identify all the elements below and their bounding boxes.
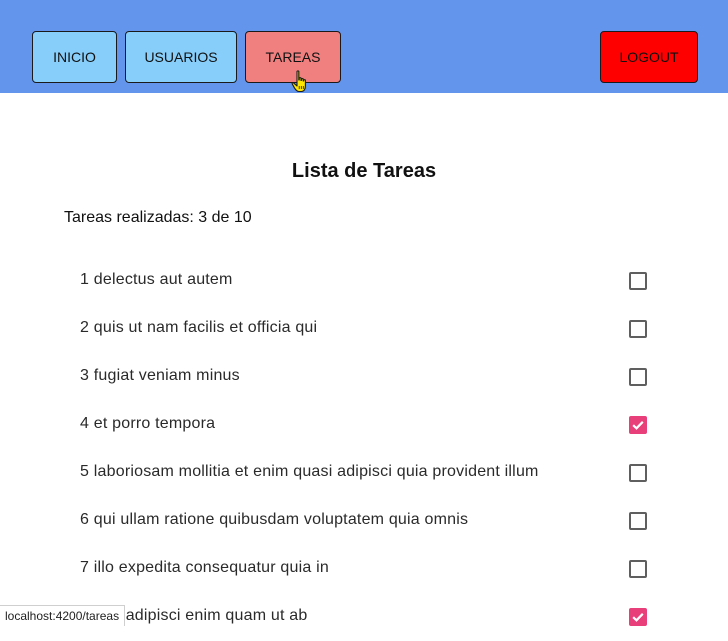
task-label: 1 delectus aut autem	[80, 271, 233, 289]
browser-status-bar-url: localhost:4200/tareas	[0, 605, 126, 626]
page-title: Lista de Tareas	[291, 160, 437, 182]
task-title: quis ut nam facilis et officia qui	[93, 319, 318, 336]
task-label: 3 fugiat veniam minus	[80, 367, 240, 385]
task-title: illo expedita consequatur quia in	[93, 559, 329, 576]
task-checkbox[interactable]	[629, 416, 647, 434]
summary-total-count: 10	[233, 209, 252, 226]
task-id: 2	[80, 319, 90, 336]
task-id: 6	[80, 511, 90, 528]
task-row: 2 quis ut nam facilis et officia qui	[0, 305, 728, 353]
task-id: 4	[80, 415, 90, 432]
task-row: 6 qui ullam ratione quibusdam voluptatem…	[0, 497, 728, 545]
task-checkbox[interactable]	[629, 464, 647, 482]
task-checkbox[interactable]	[629, 560, 647, 578]
task-title: qui ullam ratione quibusdam voluptatem q…	[93, 511, 469, 528]
task-row: 1 delectus aut autem	[0, 257, 728, 305]
task-checkbox[interactable]	[629, 368, 647, 386]
task-title: fugiat veniam minus	[93, 367, 240, 384]
task-title: delectus aut autem	[93, 271, 233, 288]
task-label: 2 quis ut nam facilis et officia qui	[80, 319, 317, 337]
task-checkbox[interactable]	[629, 320, 647, 338]
task-checkbox[interactable]	[629, 512, 647, 530]
tasks-done-summary: Tareas realizadas: 3 de 10	[64, 209, 252, 227]
task-id: 1	[80, 271, 90, 288]
task-label: 7 illo expedita consequatur quia in	[80, 559, 329, 577]
task-title: laboriosam mollitia et enim quasi adipis…	[93, 463, 539, 480]
hand-pointer-icon	[291, 70, 306, 93]
nav-button-inicio[interactable]: INICIO	[32, 31, 117, 83]
summary-of: de	[211, 209, 230, 226]
task-row: 7 illo expedita consequatur quia in	[0, 545, 728, 593]
task-label: 4 et porro tempora	[80, 415, 215, 433]
checkmark-icon	[632, 613, 644, 622]
task-label: 6 qui ullam ratione quibusdam voluptatem…	[80, 511, 468, 529]
summary-done-count: 3	[198, 209, 208, 226]
task-id: 3	[80, 367, 90, 384]
summary-label: Tareas realizadas:	[64, 209, 194, 226]
task-id: 7	[80, 559, 90, 576]
task-title: quo adipisci enim quam ut ab	[93, 607, 308, 624]
task-list: 1 delectus aut autem 2 quis ut nam facil…	[0, 257, 728, 641]
task-checkbox[interactable]	[629, 608, 647, 626]
task-row: 5 laboriosam mollitia et enim quasi adip…	[0, 449, 728, 497]
nav-button-usuarios[interactable]: USUARIOS	[125, 31, 237, 83]
checkmark-icon	[632, 421, 644, 430]
task-label: 5 laboriosam mollitia et enim quasi adip…	[80, 463, 539, 481]
logout-button[interactable]: LOGOUT	[600, 31, 698, 83]
task-row: 4 et porro tempora	[0, 401, 728, 449]
task-id: 5	[80, 463, 90, 480]
task-title: et porro tempora	[93, 415, 216, 432]
task-checkbox[interactable]	[629, 272, 647, 290]
top-navbar: INICIO USUARIOS TAREAS LOGOUT	[0, 0, 728, 93]
task-row: 3 fugiat veniam minus	[0, 353, 728, 401]
